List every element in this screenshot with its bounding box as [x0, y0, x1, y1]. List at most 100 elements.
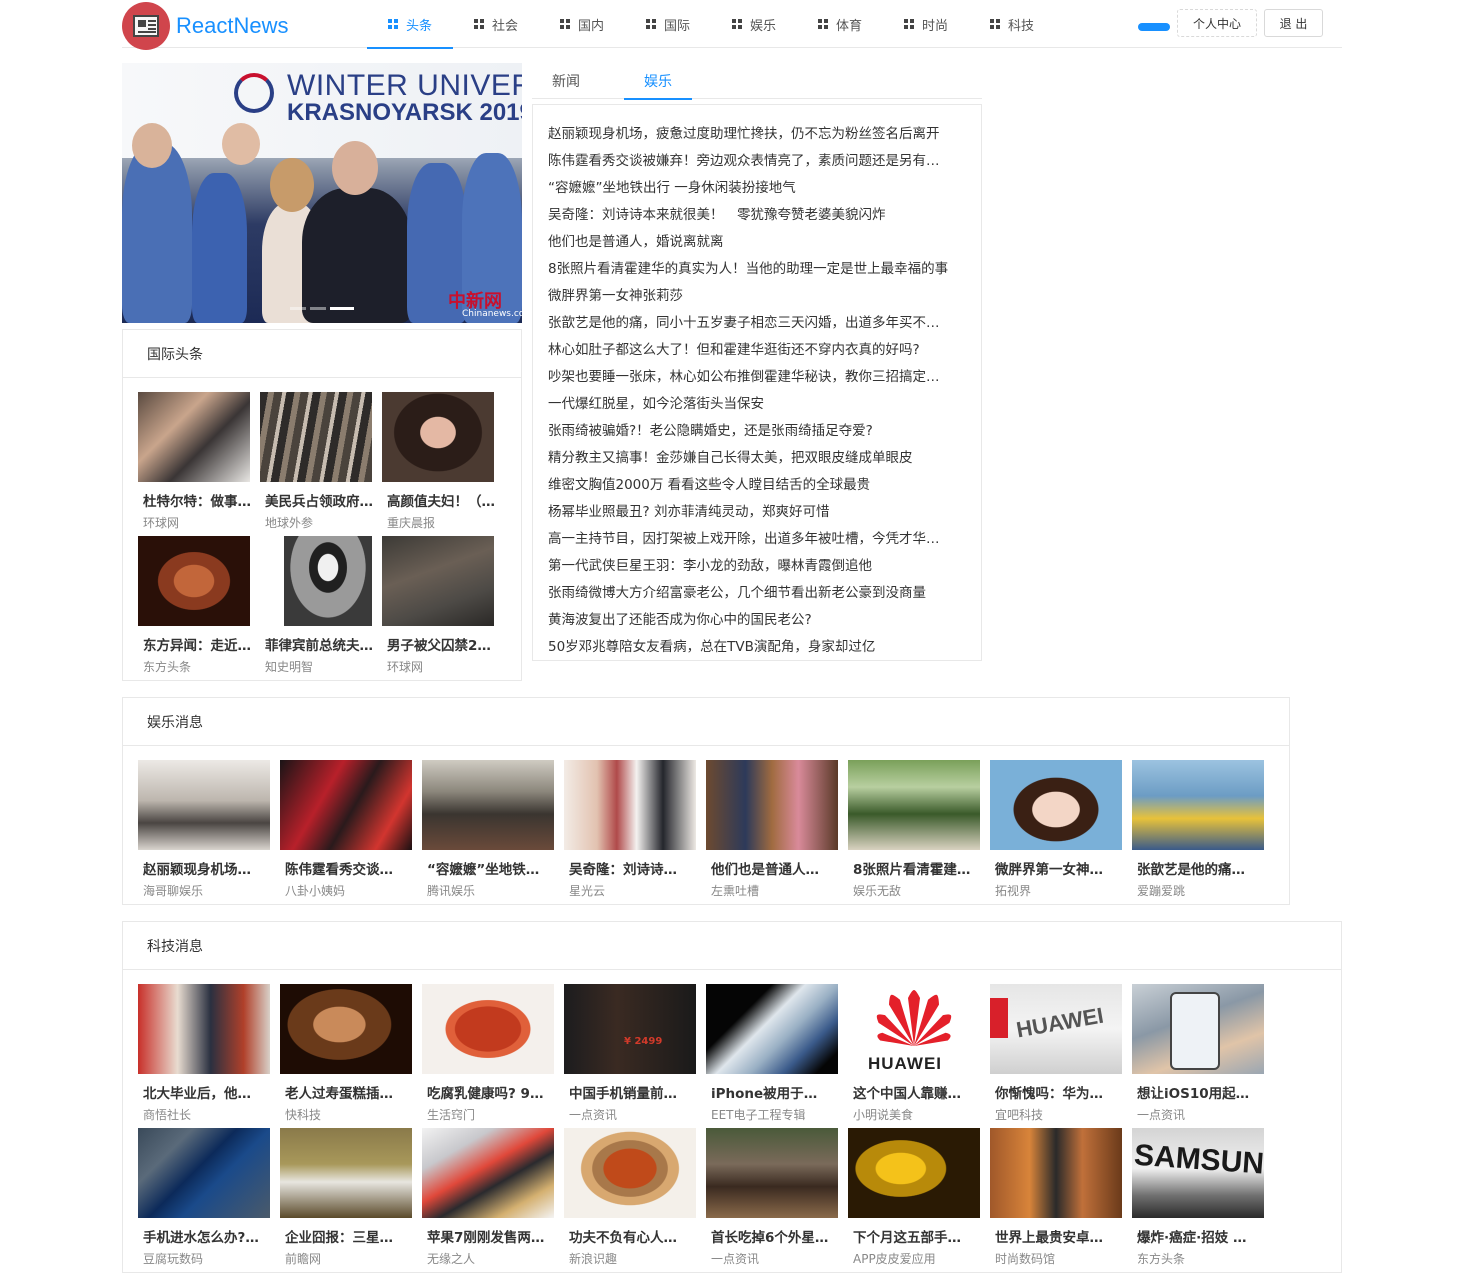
news-title[interactable]: 你惭愧吗：华为应… — [990, 1082, 1114, 1102]
news-title[interactable]: 下个月这五部手机… — [848, 1226, 972, 1246]
headline-carousel[interactable]: WINTER UNIVER KRASNOYARSK 2019 中新网 China… — [122, 63, 522, 323]
news-tile[interactable]: 手机进水怎么办? … 豆腐玩数码 — [138, 1128, 270, 1267]
list-item[interactable]: “容嬷嬷”坐地铁出行 一身休闲装扮接地气 — [533, 175, 973, 202]
list-item[interactable]: 陈伟霆看秀交谈被嫌弃！旁边观众表情亮了，素质问题还是另有… — [533, 148, 973, 175]
news-title[interactable]: 吃腐乳健康吗? 99… — [422, 1082, 546, 1102]
news-title[interactable]: 想让iOS10用起来… — [1132, 1082, 1256, 1102]
news-tile[interactable]: 下个月这五部手机… APP皮皮爱应用 — [848, 1128, 980, 1267]
nav-item-domestic[interactable]: 国内 — [539, 0, 625, 48]
news-tile[interactable]: 老人过寿蛋糕插满… 快科技 — [280, 984, 412, 1123]
news-title[interactable]: 首长吃掉6个外星… — [706, 1226, 830, 1246]
news-title[interactable]: iPhone被用于癌症… — [706, 1082, 830, 1102]
news-title[interactable]: 他们也是普通人，… — [706, 858, 830, 878]
list-item[interactable]: 8张照片看清霍建华的真实为人！当他的助理一定是世上最幸福的事 — [533, 256, 973, 283]
nav-item-tech[interactable]: 科技 — [969, 0, 1055, 48]
news-tile[interactable]: 吃腐乳健康吗? 99… 生活窍门 — [422, 984, 554, 1123]
news-tile[interactable]: 菲律宾前总统夫… 知史明智 — [260, 536, 392, 675]
news-tile[interactable]: 世界上最贵安卓智… 时尚数码馆 — [990, 1128, 1122, 1267]
news-title[interactable]: 老人过寿蛋糕插满… — [280, 1082, 404, 1102]
carousel-dot-active[interactable] — [330, 307, 354, 310]
news-tile[interactable]: 企业囧报：三星国… 前瞻网 — [280, 1128, 412, 1267]
news-title[interactable]: 吴奇隆：刘诗诗本… — [564, 858, 688, 878]
news-title[interactable]: 中国手机销量前六… — [564, 1082, 688, 1102]
logout-button[interactable]: 退 出 — [1264, 9, 1323, 37]
user-name-badge[interactable] — [1138, 23, 1170, 31]
news-tile[interactable]: 吴奇隆：刘诗诗本… 星光云 — [564, 760, 696, 899]
news-tile[interactable]: 美民兵占领政府… 地球外参 — [260, 392, 392, 531]
news-title[interactable]: 陈伟霆看秀交谈被… — [280, 858, 404, 878]
news-title[interactable]: 张歆艺是他的痛，… — [1132, 858, 1256, 878]
news-title[interactable]: 苹果7刚刚发售两天… — [422, 1226, 546, 1246]
list-item[interactable]: 微胖界第一女神张莉莎 — [533, 283, 973, 310]
news-tile[interactable]: 杜特尔特：做事… 环球网 — [138, 392, 270, 531]
news-tile[interactable]: 赵丽颖现身机场，… 海哥聊娱乐 — [138, 760, 270, 899]
list-item[interactable]: 林心如肚子都这么大了！但和霍建华逛街还不穿内衣真的好吗? — [533, 337, 973, 364]
list-item[interactable]: 杨幂毕业照最丑? 刘亦菲清纯灵动，郑爽好可惜 — [533, 499, 973, 526]
news-tile[interactable]: HUAWEI 这个中国人靠赚取… 小明说美食 — [848, 984, 980, 1123]
news-title[interactable]: 东方异闻：走近… — [138, 634, 262, 654]
news-tile[interactable]: 8张照片看清霍建… 娱乐无敌 — [848, 760, 980, 899]
list-item[interactable]: 张雨绮被骗婚?！老公隐瞒婚史，还是张雨绮插足夺爱? — [533, 418, 973, 445]
news-tile[interactable]: 陈伟霆看秀交谈被… 八卦小姨妈 — [280, 760, 412, 899]
news-tile[interactable]: 北大毕业后，他为… 商悟社长 — [138, 984, 270, 1123]
news-title[interactable]: 高颜值夫妇！（… — [382, 490, 506, 510]
nav-item-society[interactable]: 社会 — [453, 0, 539, 48]
list-item[interactable]: 吴奇隆：刘诗诗本来就很美！ 零犹豫夸赞老婆美貌闪炸 — [533, 202, 973, 229]
news-title[interactable]: 手机进水怎么办? … — [138, 1226, 262, 1246]
news-tile[interactable]: SAMSUNG 爆炸·癌症·招妓 三… 东方头条 — [1132, 1128, 1264, 1267]
list-item[interactable]: 50岁邓兆尊陪女友看病，总在TVB演配角，身家却过亿 — [533, 634, 973, 661]
nav-item-international[interactable]: 国际 — [625, 0, 711, 48]
list-item[interactable]: 一代爆红脱星，如今沦落街头当保安 — [533, 391, 973, 418]
news-tile[interactable]: 张歆艺是他的痛，… 爱蹦爱跳 — [1132, 760, 1264, 899]
news-tile[interactable]: 想让iOS10用起来… 一点资讯 — [1132, 984, 1264, 1123]
news-tile[interactable]: 功夫不负有心人画… 新浪识趣 — [564, 1128, 696, 1267]
news-title[interactable]: 这个中国人靠赚取… — [848, 1082, 972, 1102]
nav-item-entertainment[interactable]: 娱乐 — [711, 0, 797, 48]
list-item[interactable]: 黄海波复出了还能否成为你心中的国民老公? — [533, 607, 973, 634]
news-title[interactable]: 美民兵占领政府… — [260, 490, 384, 510]
list-item[interactable]: 高一主持节目，因打架被上戏开除，出道多年被吐槽，今凭才华… — [533, 526, 973, 553]
news-tile[interactable]: “容嬷嬷”坐地铁出… 腾讯娱乐 — [422, 760, 554, 899]
news-tile[interactable]: iPhone被用于癌症… EET电子工程专辑 — [706, 984, 838, 1123]
list-item[interactable]: 他们也是普通人，婚说离就离 — [533, 229, 973, 256]
news-title[interactable]: “容嬷嬷”坐地铁出… — [422, 858, 546, 878]
news-title[interactable]: 8张照片看清霍建… — [848, 858, 972, 878]
carousel-dot[interactable] — [290, 307, 306, 310]
news-tile[interactable]: 东方异闻：走近… 东方头条 — [138, 536, 270, 675]
news-title[interactable]: 赵丽颖现身机场，… — [138, 858, 262, 878]
news-tile[interactable]: 苹果7刚刚发售两天… 无缘之人 — [422, 1128, 554, 1267]
news-title[interactable]: 男子被父囚禁2… — [382, 634, 506, 654]
list-item[interactable]: 赵丽颖现身机场，疲惫过度助理忙搀扶，仍不忘为粉丝签名后离开 — [533, 121, 973, 148]
news-title[interactable]: 世界上最贵安卓智… — [990, 1226, 1114, 1246]
news-tile[interactable]: 微胖界第一女神张… 拓视界 — [990, 760, 1122, 899]
news-tile[interactable]: 高颜值夫妇！（… 重庆晨报 — [382, 392, 514, 531]
carousel-dot[interactable] — [310, 307, 326, 310]
news-tile[interactable]: ¥ 2499 中国手机销量前六… 一点资讯 — [564, 984, 696, 1123]
list-item[interactable]: 维密文胸值2000万 看看这些令人瞠目结舌的全球最贵 — [533, 472, 973, 499]
list-item[interactable]: 吵架也要睡一张床，林心如公布推倒霍建华秘诀，教你三招搞定… — [533, 364, 973, 391]
news-title[interactable]: 菲律宾前总统夫… — [260, 634, 384, 654]
nav-item-fashion[interactable]: 时尚 — [883, 0, 969, 48]
news-tile[interactable]: 男子被父囚禁2… 环球网 — [382, 536, 514, 675]
logo[interactable]: ReactNews — [122, 2, 288, 50]
news-source: 豆腐玩数码 — [143, 1252, 204, 1266]
news-tile[interactable]: 他们也是普通人，… 左熏吐槽 — [706, 760, 838, 899]
tab-news[interactable]: 新闻 — [532, 63, 600, 99]
news-title[interactable]: 北大毕业后，他为… — [138, 1082, 262, 1102]
news-title[interactable]: 爆炸·癌症·招妓 三… — [1132, 1226, 1256, 1246]
nav-item-headlines[interactable]: 头条 — [367, 0, 453, 49]
tab-entertainment[interactable]: 娱乐 — [624, 63, 692, 100]
list-item[interactable]: 张歆艺是他的痛，同小十五岁妻子相恋三天闪婚，出道多年买不… — [533, 310, 973, 337]
news-tile[interactable]: 首长吃掉6个外星… 一点资讯 — [706, 1128, 838, 1267]
price-text: ¥ 2499 — [624, 1036, 663, 1047]
news-title[interactable]: 功夫不负有心人画… — [564, 1226, 688, 1246]
profile-button[interactable]: 个人中心 — [1177, 9, 1257, 37]
list-item[interactable]: 张雨绮微博大方介绍富豪老公，几个细节看出新老公豪到没商量 — [533, 580, 973, 607]
list-item[interactable]: 精分教主又搞事！金莎嫌自己长得太美，把双眼皮缝成单眼皮 — [533, 445, 973, 472]
list-item[interactable]: 第一代武侠巨星王羽：李小龙的劲敌，曝林青霞倒追他 — [533, 553, 973, 580]
news-title[interactable]: 微胖界第一女神张… — [990, 858, 1114, 878]
nav-item-sports[interactable]: 体育 — [797, 0, 883, 48]
news-title[interactable]: 杜特尔特：做事… — [138, 490, 262, 510]
news-tile[interactable]: HUAWEI 你惭愧吗：华为应… 宜吧科技 — [990, 984, 1122, 1123]
news-title[interactable]: 企业囧报：三星国… — [280, 1226, 404, 1246]
